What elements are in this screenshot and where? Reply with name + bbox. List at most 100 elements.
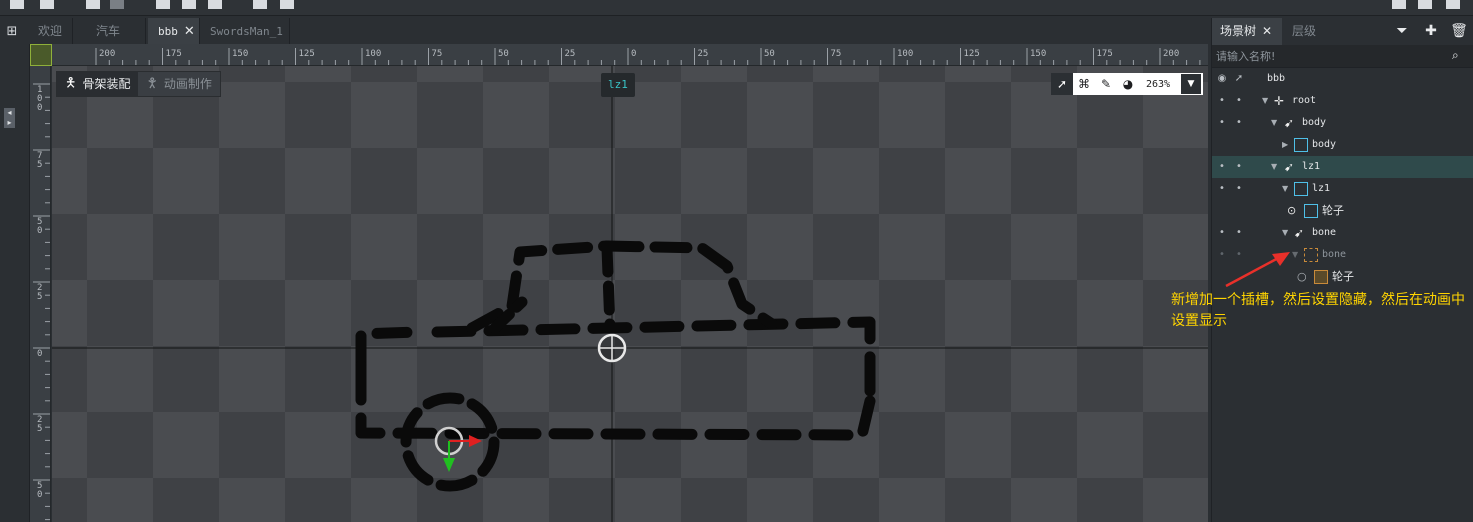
tree-row-body-bone[interactable]: • • ▼ ➹ body: [1212, 112, 1473, 134]
ruler-tick-label: 50: [498, 49, 509, 59]
view-toolbar: ➚ ⌘ ✎ ◕ 263% ▼: [1051, 73, 1203, 95]
tree-row-lz1-slot[interactable]: • • ▼ lz1: [1212, 178, 1473, 200]
expand-arrow-icon[interactable]: ▶: [1282, 134, 1292, 156]
new-icon[interactable]: [10, 0, 24, 9]
onion-skin-icon[interactable]: ◕: [1117, 73, 1139, 95]
expand-arrow-icon[interactable]: ▼: [1282, 222, 1292, 244]
expand-panel-icon[interactable]: ◂ ▸: [4, 108, 15, 128]
visibility-dot[interactable]: •: [1217, 178, 1227, 200]
tab-label: 欢迎: [38, 24, 63, 38]
align-center-icon[interactable]: [182, 0, 196, 9]
zoom-level[interactable]: 263%: [1139, 79, 1177, 90]
close-icon[interactable]: ✕: [1262, 24, 1272, 38]
expand-arrow-icon[interactable]: ▼: [1282, 178, 1292, 200]
tab-layers[interactable]: 层级: [1284, 18, 1324, 45]
y-axis-arrow[interactable]: [443, 458, 455, 472]
tab-label: 汽车: [96, 24, 121, 38]
image-icon: [1314, 270, 1328, 284]
expand-arrow-icon[interactable]: ▼: [1262, 90, 1272, 112]
close-icon[interactable]: ✕: [184, 19, 195, 45]
radio-selected-icon[interactable]: ⊙: [1287, 200, 1296, 222]
crosshair-icon: ✛: [1274, 94, 1285, 108]
lock-dot[interactable]: •: [1234, 222, 1244, 244]
close-window-icon[interactable]: [1446, 0, 1460, 9]
mesh-icon: [1294, 138, 1308, 152]
tree-row-root[interactable]: • • ▼ ✛ root: [1212, 90, 1473, 112]
tree-row-body-slot[interactable]: ▶ body: [1212, 134, 1473, 156]
align-left-icon[interactable]: [156, 0, 170, 9]
add-bone-icon[interactable]: ✎: [1095, 73, 1117, 95]
ruler-tick-label: 7 5: [37, 151, 43, 170]
lock-dot[interactable]: •: [1234, 156, 1244, 178]
ruler-tick-label: 5 0: [37, 481, 43, 500]
align-right-icon[interactable]: [208, 0, 222, 9]
lock-dot[interactable]: •: [1234, 90, 1244, 112]
minimize-icon[interactable]: [1392, 0, 1406, 9]
lock-dot[interactable]: •: [1234, 112, 1244, 134]
car-cabin-segment: [466, 240, 613, 334]
trash-icon[interactable]: 🗑: [1450, 22, 1468, 40]
tree-label: body: [1302, 117, 1327, 128]
redo-icon[interactable]: [110, 0, 124, 9]
panel-tabs: 场景树 ✕ 层级 ⏷ ✚ 🗑: [1212, 18, 1473, 45]
ruler-tick-label: 0: [631, 49, 637, 59]
car-sprite: [355, 240, 876, 492]
tab-swordsman[interactable]: SwordsMan_1: [200, 18, 290, 44]
lock-dot[interactable]: •: [1234, 178, 1244, 200]
ruler-tick-label: 2 5: [37, 415, 43, 434]
tree-row-lz1-bone[interactable]: • • ▼ ➹ lz1: [1212, 156, 1473, 178]
rig-mode-button[interactable]: 🯅 骨架装配: [57, 72, 139, 96]
root-pivot-gizmo[interactable]: [597, 333, 627, 363]
tab-scene-tree[interactable]: 场景树 ✕: [1212, 18, 1282, 45]
export-icon[interactable]: [280, 0, 294, 9]
select-cursor-icon[interactable]: ➚: [1051, 73, 1073, 95]
expand-arrow-icon[interactable]: ▼: [1271, 112, 1281, 134]
ruler-tick-label: 175: [1096, 49, 1113, 59]
ruler-tick-label: 0: [37, 349, 43, 359]
tree-label: root: [1292, 95, 1317, 106]
expand-arrow-icon[interactable]: ▼: [1271, 156, 1281, 178]
canvas-viewport[interactable]: [52, 66, 1208, 522]
undo-icon[interactable]: [86, 0, 100, 9]
tab-welcome[interactable]: 欢迎: [28, 18, 74, 44]
tree-row-bbb[interactable]: ◉ ➚ bbb: [1212, 68, 1473, 90]
ruler-tick-label: 200: [99, 49, 116, 59]
tab-label: bbb: [158, 25, 178, 38]
tree-row-wheel-mesh[interactable]: ⊙ 轮子: [1212, 200, 1473, 222]
tab-bbb[interactable]: bbb ✕: [148, 18, 200, 44]
visibility-dot[interactable]: •: [1217, 90, 1227, 112]
bone-icon: ➹: [1284, 116, 1295, 130]
tree-search: ⌕: [1212, 45, 1473, 68]
bone-tool-icon[interactable]: ⌘: [1073, 73, 1095, 95]
hierarchy-icon[interactable]: ⊞: [4, 23, 20, 39]
tree-label: lz1: [1312, 183, 1331, 194]
visibility-dot[interactable]: •: [1217, 112, 1227, 134]
skeleton-icon: 🯅: [65, 76, 77, 91]
tab-car[interactable]: 汽车: [86, 18, 146, 44]
tree-label: lz1: [1302, 161, 1321, 172]
eye-icon[interactable]: ◉: [1217, 68, 1227, 90]
rig-mode-label: 骨架装配: [82, 77, 131, 91]
visibility-dot[interactable]: •: [1217, 222, 1227, 244]
ruler-tick-label: 75: [431, 49, 443, 59]
search-input[interactable]: [1216, 47, 1446, 66]
filter-icon[interactable]: ⏷: [1393, 22, 1411, 40]
maximize-icon[interactable]: [1418, 0, 1432, 9]
tree-label: bone: [1312, 227, 1337, 238]
ruler-tick-label: 100: [365, 49, 382, 59]
ruler-tick-label: 125: [963, 49, 980, 59]
ruler-tick-label: 25: [564, 49, 576, 59]
search-icon[interactable]: ⌕: [1452, 48, 1459, 63]
chevron-down-icon[interactable]: ▼: [1181, 74, 1201, 94]
lock-pointer-icon[interactable]: ➚: [1234, 68, 1244, 90]
slot-icon: [1304, 248, 1318, 262]
play-icon[interactable]: [253, 0, 267, 9]
ruler-tick-label: 25: [697, 49, 709, 59]
animate-mode-button[interactable]: 🯆 动画制作: [138, 72, 220, 96]
tree-row-bone[interactable]: • • ▼ ➹ bone: [1212, 222, 1473, 244]
car-outline-segment: [431, 316, 876, 407]
visibility-dot[interactable]: •: [1217, 156, 1227, 178]
save-icon[interactable]: [40, 0, 54, 9]
add-node-icon[interactable]: ✚: [1422, 22, 1440, 40]
tree-label: 轮子: [1322, 204, 1344, 217]
